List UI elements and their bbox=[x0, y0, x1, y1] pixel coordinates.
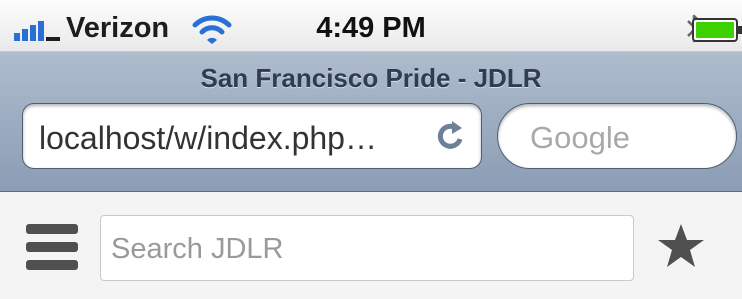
url-field[interactable]: localhost/w/index.php… bbox=[22, 103, 482, 169]
page-title: San Francisco Pride - JDLR bbox=[200, 63, 542, 93]
browser-toolbar: San Francisco Pride - JDLR localhost/w/i… bbox=[0, 52, 742, 192]
url-text: localhost/w/index.php… bbox=[39, 120, 377, 156]
page-header: Search JDLR bbox=[0, 192, 742, 299]
site-search-placeholder: Search JDLR bbox=[111, 233, 284, 265]
site-search-input[interactable]: Search JDLR bbox=[100, 215, 634, 281]
battery-icon bbox=[692, 18, 742, 42]
star-icon[interactable] bbox=[656, 222, 706, 270]
clock: 4:49 PM bbox=[316, 12, 426, 44]
google-search-placeholder: Google bbox=[530, 120, 630, 155]
hamburger-menu-icon[interactable] bbox=[26, 224, 78, 270]
status-bar: Verizon 4:49 PM bbox=[0, 0, 742, 52]
reload-icon[interactable] bbox=[435, 119, 467, 153]
google-search-field[interactable]: Google bbox=[497, 103, 737, 169]
